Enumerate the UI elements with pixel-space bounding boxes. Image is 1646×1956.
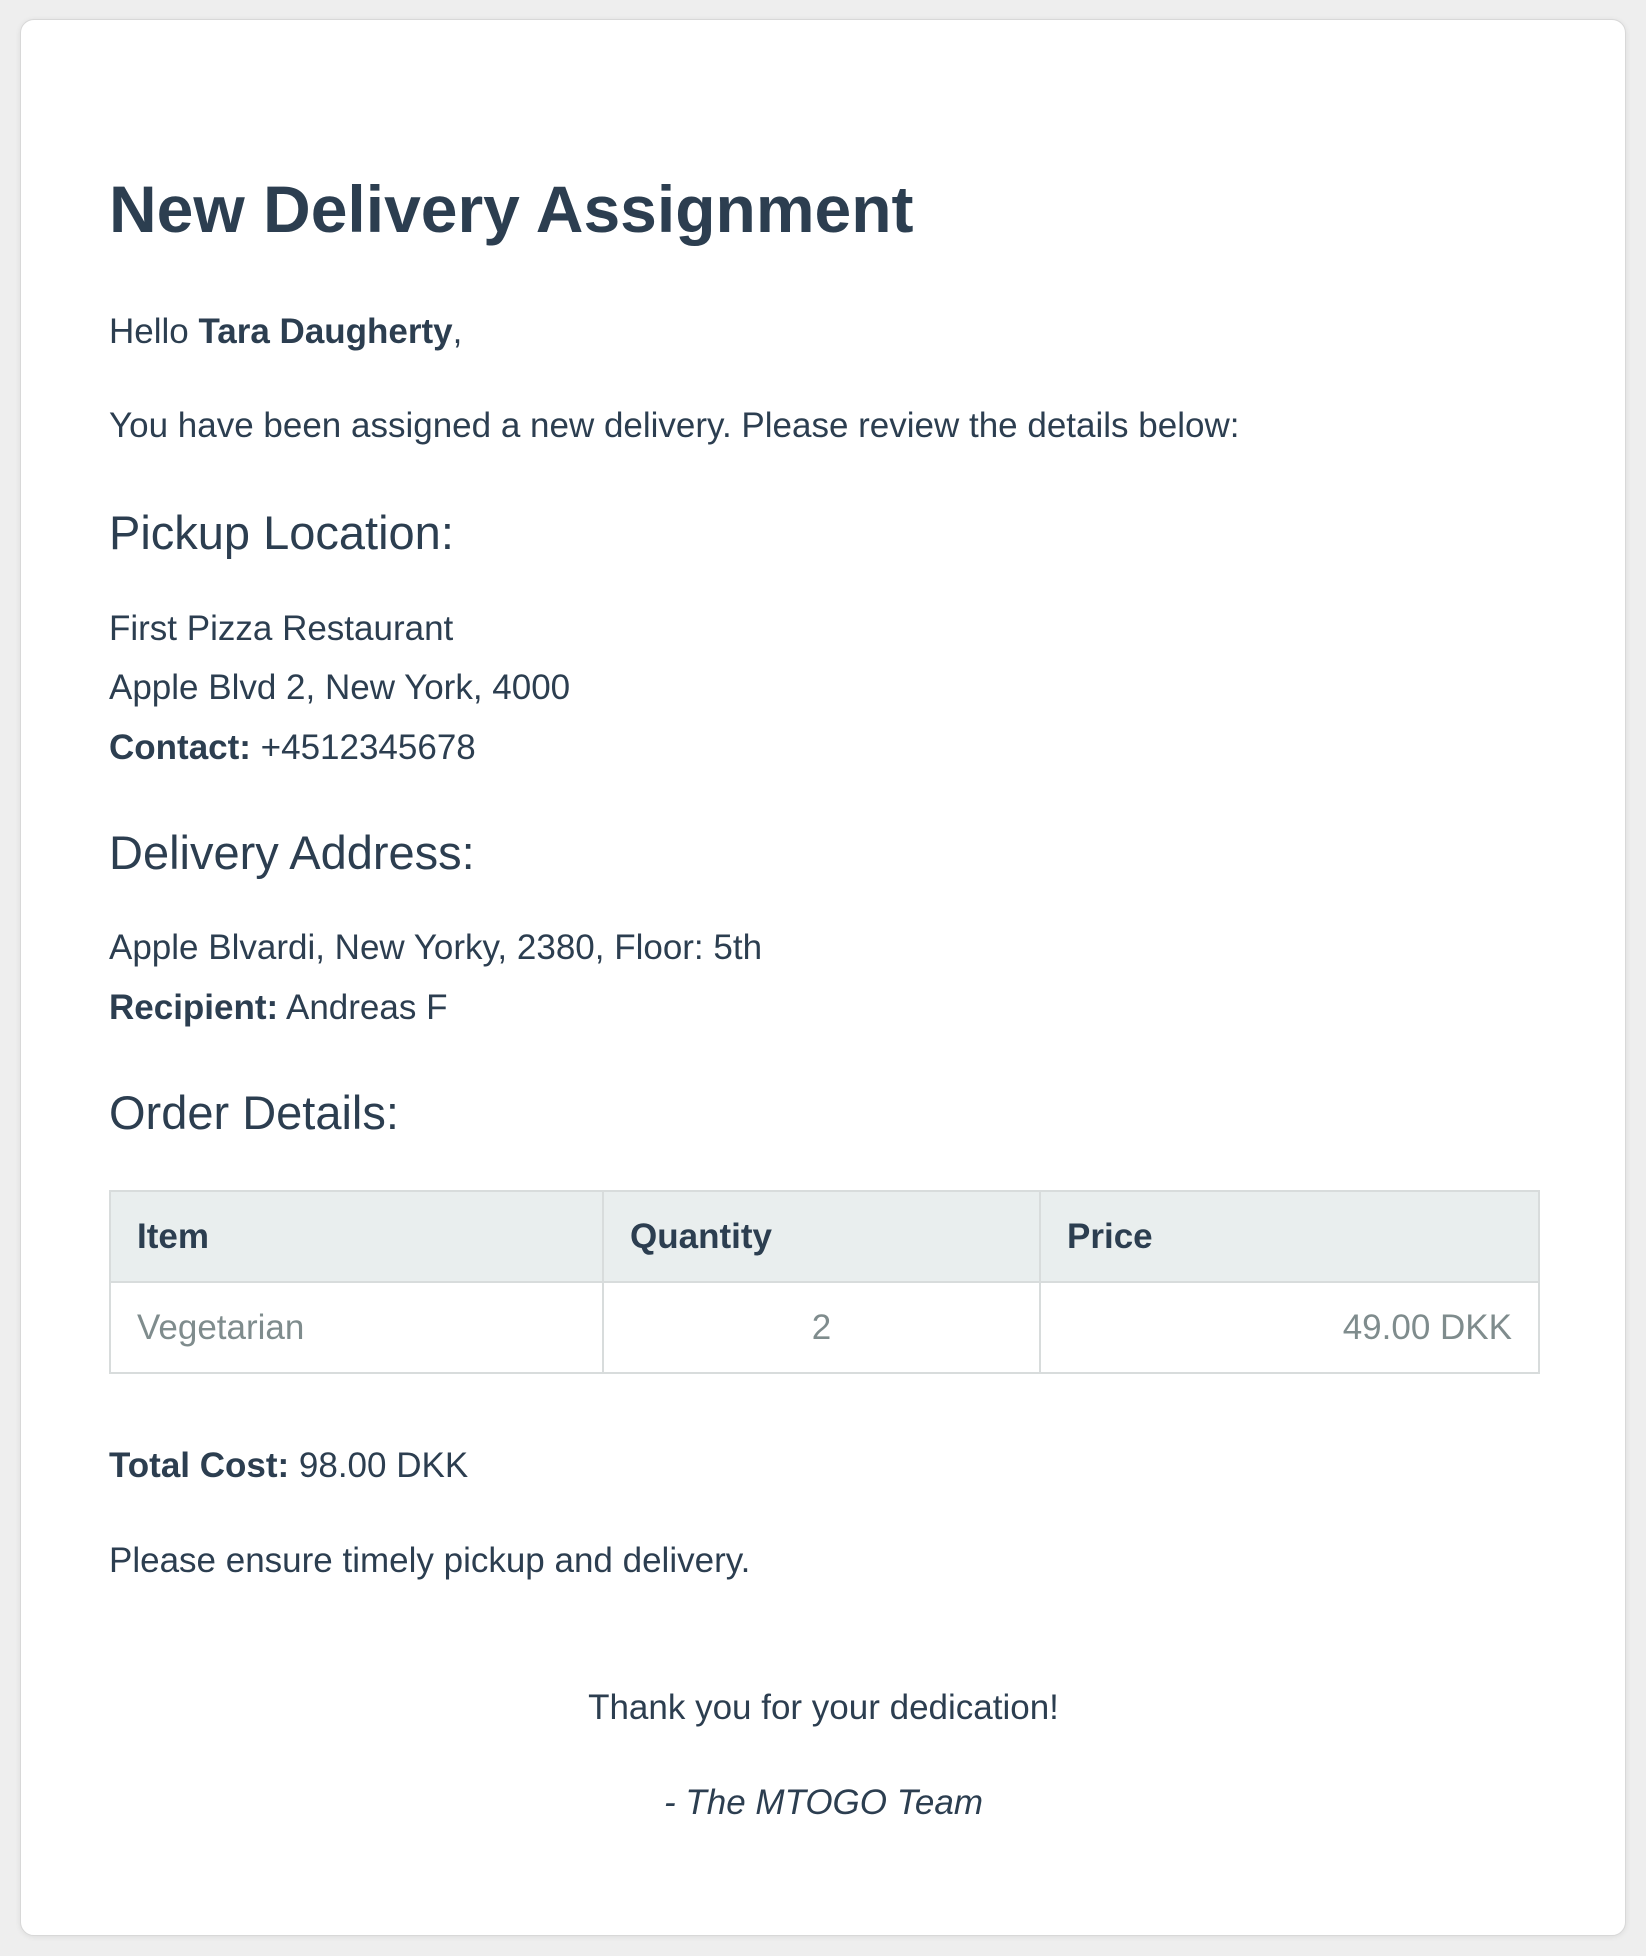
greeting-suffix: ,	[452, 312, 463, 351]
price-cell: 49.00 DKK	[1039, 1281, 1540, 1374]
pickup-restaurant: First Pizza Restaurant	[109, 609, 454, 648]
delivery-address: Apple Blvardi, New Yorky, 2380, Floor: 5…	[109, 928, 763, 967]
recipient-label: Recipient:	[109, 988, 279, 1027]
pickup-address: Apple Blvd 2, New York, 4000	[109, 668, 571, 707]
greeting-prefix: Hello	[109, 312, 199, 351]
pickup-heading: Pickup Location:	[109, 506, 454, 559]
delivery-heading: Delivery Address:	[109, 826, 475, 879]
contact-value: +4512345678	[250, 728, 476, 767]
order-heading: Order Details:	[109, 1086, 399, 1139]
signature: - The MTOGO Team	[664, 1783, 983, 1822]
recipient-value: Andreas F	[278, 988, 448, 1027]
order-table: Item Quantity Price Vegetarian 2 49.00 D…	[109, 1190, 1540, 1374]
delivery-recipient: Recipient: Andreas F	[109, 988, 447, 1028]
column-header-price: Price	[1039, 1190, 1540, 1283]
order-table-header: Item Quantity Price	[109, 1190, 1540, 1283]
column-header-quantity: Quantity	[602, 1190, 1041, 1283]
thanks-text: Thank you for your dedication!	[588, 1688, 1059, 1727]
greeting: Hello Tara Daugherty,	[109, 312, 462, 352]
intro-text: You have been assigned a new delivery. P…	[109, 406, 1240, 445]
quantity-cell: 2	[602, 1281, 1041, 1374]
column-header-item: Item	[109, 1190, 604, 1283]
recipient-name: Tara Daugherty	[198, 312, 453, 351]
total-cost: Total Cost: 98.00 DKK	[109, 1446, 468, 1486]
table-row: Vegetarian 2 49.00 DKK	[109, 1281, 1540, 1374]
total-label: Total Cost:	[109, 1446, 290, 1485]
pickup-contact: Contact: +4512345678	[109, 728, 476, 768]
item-cell: Vegetarian	[109, 1281, 604, 1374]
total-value: 98.00 DKK	[289, 1446, 469, 1485]
email-card: New Delivery Assignment Hello Tara Daugh…	[20, 19, 1626, 1936]
reminder-text: Please ensure timely pickup and delivery…	[109, 1541, 751, 1580]
contact-label: Contact:	[109, 728, 251, 767]
email-title: New Delivery Assignment	[109, 172, 914, 246]
